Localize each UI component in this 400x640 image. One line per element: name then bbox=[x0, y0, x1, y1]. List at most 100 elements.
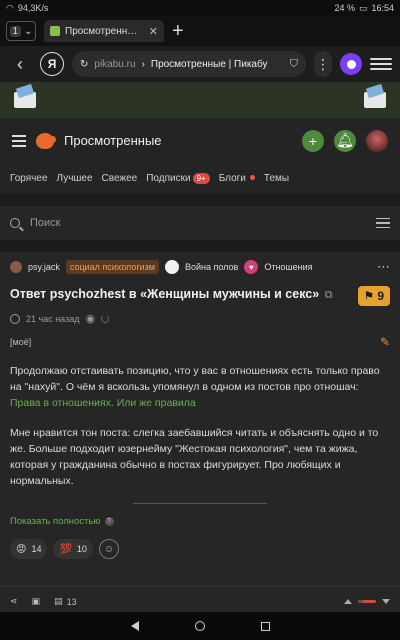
show-full-label: Показать полностью bbox=[10, 516, 101, 527]
nav-back-icon[interactable] bbox=[130, 621, 139, 631]
tag-relationships[interactable]: Отношения bbox=[264, 262, 312, 272]
chevron-down-icon: ⌄ bbox=[24, 25, 33, 37]
url-path: Просмотренные | Пикабу bbox=[150, 58, 268, 70]
story-tags: psy.jack социал психологизм Война полов … bbox=[0, 252, 400, 282]
nav-hot[interactable]: Горячее bbox=[10, 173, 48, 184]
nav-subscriptions[interactable]: Подписки 9+ bbox=[146, 172, 210, 184]
android-status-bar: ◠ 94,3K/s 24 % ▭ 16:54 bbox=[0, 0, 400, 16]
url-field[interactable]: ↻ pikabu.ru › Просмотренные | Пикабу ⛉ bbox=[72, 51, 306, 77]
story-title-text: Ответ psychozhest в «Женщины мужчины и с… bbox=[10, 287, 320, 301]
story-title[interactable]: Ответ psychozhest в «Женщины мужчины и с… bbox=[10, 286, 352, 303]
pikabu-logo-icon[interactable] bbox=[36, 132, 56, 149]
comments-button[interactable]: ▤ 13 bbox=[54, 596, 77, 607]
rating-badge: ⚑ 9 bbox=[357, 286, 390, 306]
paragraph: Мне нравится тон поста: слегка заебавший… bbox=[10, 427, 379, 487]
blogs-dot-icon bbox=[249, 175, 255, 181]
reaction-hundred[interactable]: 💯 10 bbox=[53, 539, 93, 559]
notifications-bell-icon[interactable]: 🔔︎ bbox=[334, 129, 356, 152]
nav-recents-icon[interactable] bbox=[260, 621, 270, 631]
rating-value: 9 bbox=[377, 289, 384, 303]
share-icon[interactable]: ⋖ bbox=[10, 596, 18, 607]
clock-icon bbox=[10, 313, 20, 324]
clock: 16:54 bbox=[371, 3, 394, 13]
paragraph: Продолжаю отстаивать позицию, что у вас … bbox=[10, 363, 390, 411]
nav-topics[interactable]: Темы bbox=[264, 173, 289, 184]
site-banner bbox=[0, 82, 400, 118]
separator-icon: › bbox=[141, 58, 145, 70]
menu-icon[interactable] bbox=[12, 134, 26, 147]
search-bar[interactable]: Поиск bbox=[0, 206, 400, 240]
address-bar: ‹ Я ↻ pikabu.ru › Просмотренные | Пикабу… bbox=[0, 46, 400, 82]
story-card: psy.jack социал психологизм Война полов … bbox=[0, 252, 400, 616]
inline-link[interactable]: Права в отношениях. Или же правила bbox=[10, 397, 196, 409]
upvote-icon[interactable] bbox=[344, 599, 352, 604]
heart-icon: ♥ bbox=[244, 260, 259, 274]
reaction-count: 10 bbox=[76, 544, 87, 554]
category-nav: Горячее Лучшее Свежее Подписки 9+ Блоги Т… bbox=[0, 162, 400, 194]
url-domain: pikabu.ru bbox=[94, 58, 136, 70]
edit-pencil-icon[interactable]: ✎ bbox=[380, 335, 390, 349]
nav-blogs[interactable]: Блоги bbox=[219, 173, 255, 184]
add-reaction-icon[interactable]: ☺ bbox=[98, 539, 119, 559]
yandex-icon[interactable]: Я bbox=[40, 52, 64, 76]
nav-home-icon[interactable] bbox=[194, 621, 205, 631]
hamburger-menu-icon[interactable] bbox=[370, 58, 392, 70]
save-icon[interactable]: ▣ bbox=[32, 596, 41, 607]
browser-tab[interactable]: Просмотренные | Пика ✕ bbox=[44, 20, 164, 42]
more-options-icon[interactable]: ⋯ bbox=[377, 259, 390, 275]
nav-best[interactable]: Лучшее bbox=[57, 173, 93, 184]
reaction-angry[interactable]: 😡 14 bbox=[10, 539, 48, 559]
post-time: 21 час назад bbox=[26, 313, 80, 324]
reload-icon[interactable]: ↻ bbox=[80, 59, 88, 70]
avatar[interactable] bbox=[366, 129, 388, 152]
eye-icon: ◉ bbox=[85, 313, 96, 325]
reaction-count: 14 bbox=[31, 544, 42, 554]
envelope-icon bbox=[14, 92, 36, 108]
comment-icon: ▤ bbox=[54, 596, 63, 606]
nav-fresh[interactable]: Свежее bbox=[102, 173, 138, 184]
add-post-button[interactable]: + bbox=[302, 129, 324, 152]
community-tag[interactable]: социал психологизм bbox=[65, 260, 159, 274]
downvote-icon[interactable] bbox=[382, 599, 390, 604]
hundred-icon: 💯 bbox=[59, 543, 72, 555]
alice-icon[interactable] bbox=[340, 53, 362, 75]
tag-gender-war[interactable]: Война полов bbox=[185, 262, 238, 272]
favicon-icon bbox=[50, 26, 60, 36]
author-avatar[interactable] bbox=[10, 261, 22, 273]
close-icon[interactable]: ✕ bbox=[149, 25, 158, 38]
loading-icon bbox=[101, 314, 110, 323]
help-icon: ? bbox=[104, 517, 114, 526]
browser-tab-strip: 1 ⌄ Просмотренные | Пика ✕ + bbox=[0, 16, 400, 46]
comments-count: 13 bbox=[66, 596, 77, 607]
tab-title: Просмотренные | Пика bbox=[65, 25, 144, 37]
angry-face-icon: 😡 bbox=[16, 543, 27, 555]
tab-count: 1 bbox=[9, 25, 22, 37]
battery-icon: ▭ bbox=[358, 2, 368, 13]
own-tag: [моё] bbox=[10, 337, 32, 347]
page-title: Просмотренные bbox=[64, 133, 162, 148]
wifi-icon: ◠ bbox=[6, 2, 14, 13]
author-name[interactable]: psy.jack bbox=[28, 262, 60, 272]
envelope-icon bbox=[364, 92, 386, 108]
nav-blogs-label: Блоги bbox=[218, 172, 246, 184]
external-link-icon[interactable]: ⧉ bbox=[325, 289, 333, 301]
shield-icon[interactable]: ⛉ bbox=[290, 58, 298, 71]
show-full-link[interactable]: Показать полностью ? bbox=[0, 504, 400, 527]
back-icon[interactable]: ‹ bbox=[8, 54, 32, 75]
android-nav-bar bbox=[0, 612, 400, 640]
nav-subscriptions-label: Подписки bbox=[146, 172, 191, 184]
pikabu-header: Просмотренные + 🔔︎ bbox=[0, 118, 400, 162]
new-tab-button[interactable]: + bbox=[172, 21, 184, 41]
gender-war-icon bbox=[164, 260, 179, 274]
subscriptions-badge: 9+ bbox=[192, 172, 210, 184]
vote-controls bbox=[344, 599, 390, 604]
paragraph-text: Продолжаю отстаивать позицию, что у вас … bbox=[10, 365, 380, 393]
filter-icon[interactable] bbox=[376, 217, 390, 229]
vote-ratio-bar bbox=[358, 600, 376, 603]
search-input[interactable]: Поиск bbox=[30, 217, 366, 229]
browser-menu-icon[interactable]: ⋮ bbox=[314, 51, 332, 77]
battery-percent: 24 % bbox=[334, 3, 355, 13]
network-speed: 94,3K/s bbox=[17, 3, 49, 13]
search-icon bbox=[10, 218, 20, 228]
tab-count-button[interactable]: 1 ⌄ bbox=[6, 21, 36, 41]
